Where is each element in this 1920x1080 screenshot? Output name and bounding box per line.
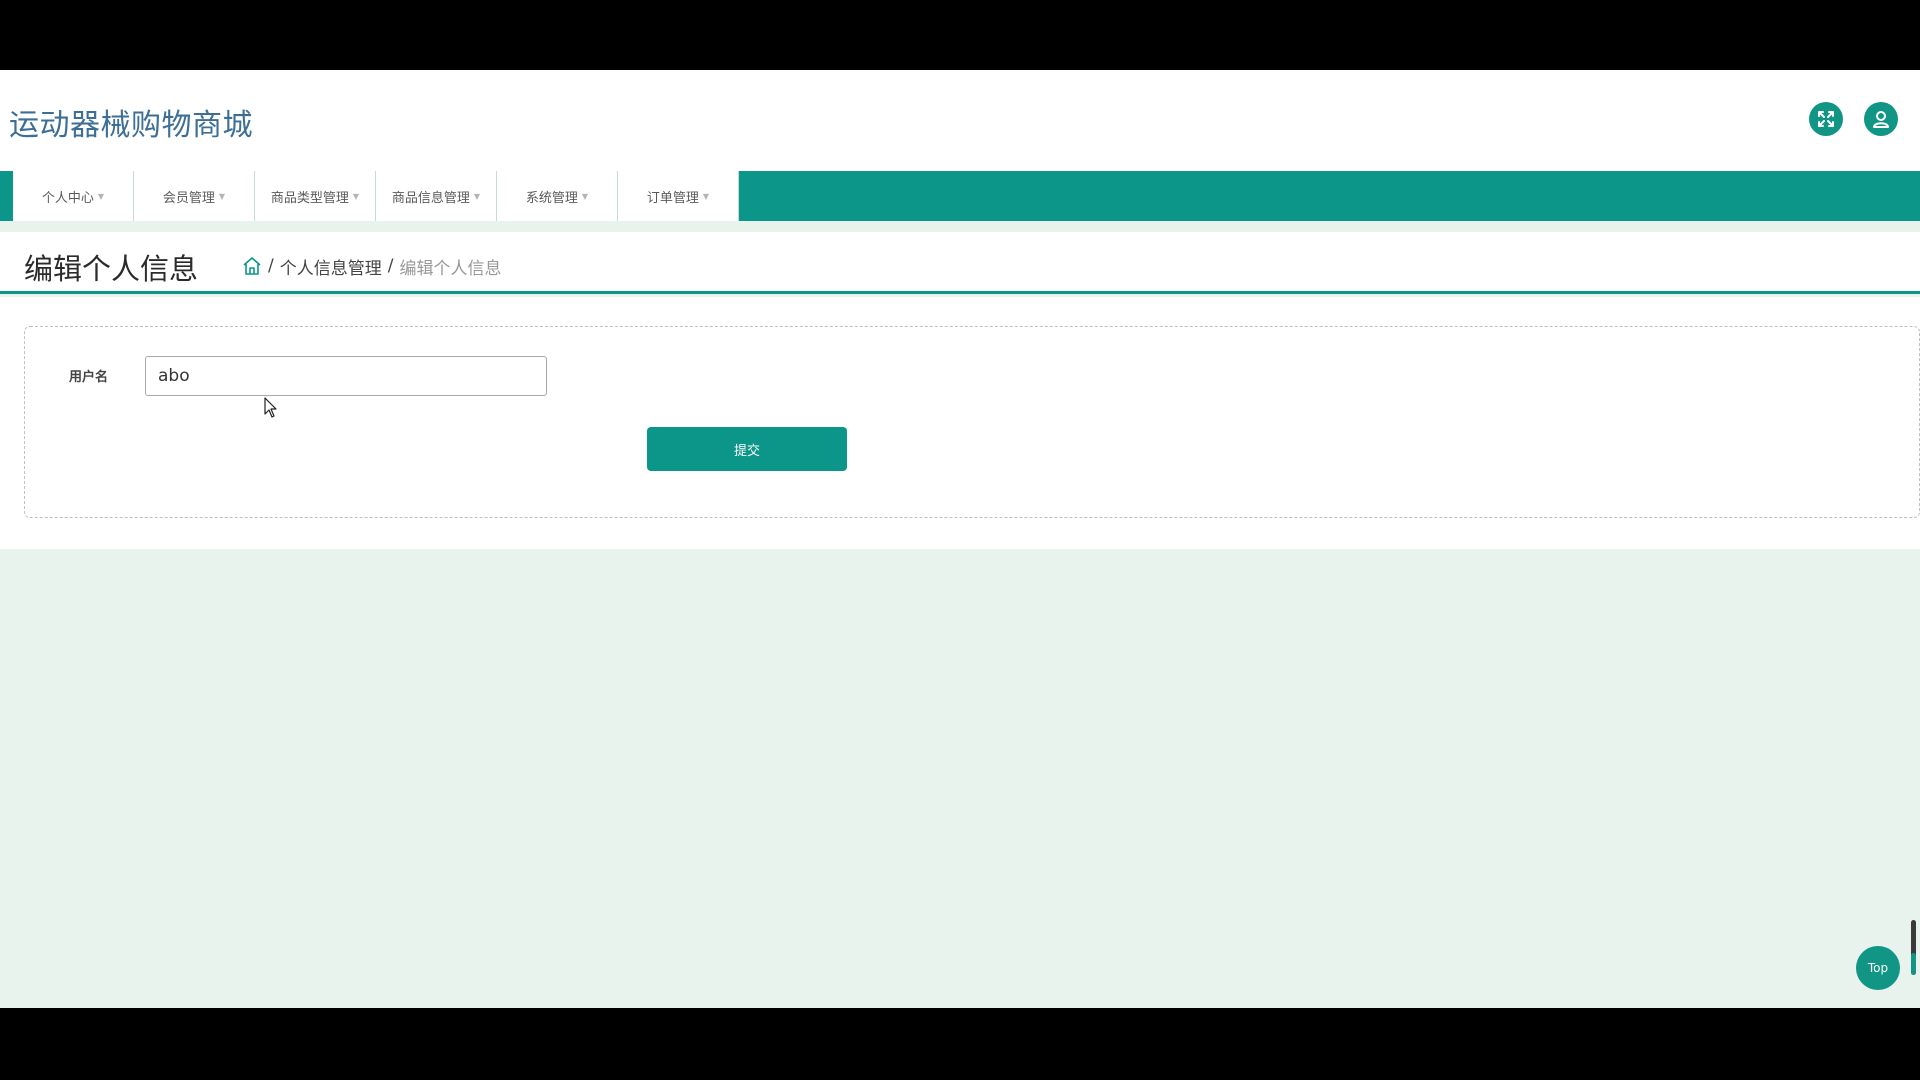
letterbox-top [0,0,1920,70]
username-label: 用户名 [69,370,109,385]
caret-down-icon: ▼ [352,191,360,201]
nav-item-product-info-management[interactable]: 商品信息管理 ▼ [376,171,497,221]
nav-item-label: 个人中心 [41,190,94,206]
submit-button[interactable]: 提交 [647,427,847,471]
nav-items: 个人中心 ▼ 会员管理 ▼ 商品类型管理 ▼ 商品信息管理 ▼ 系统管理 ▼ 订… [13,171,739,221]
back-to-top-button[interactable]: Top [1856,946,1900,990]
nav-item-label: 订单管理 [646,190,699,206]
breadcrumb-current: 编辑个人信息 [399,258,502,279]
main-nav: 个人中心 ▼ 会员管理 ▼ 商品类型管理 ▼ 商品信息管理 ▼ 系统管理 ▼ 订… [0,171,1920,221]
caret-down-icon: ▼ [218,191,226,201]
username-input[interactable] [145,356,547,396]
user-icon [1873,111,1889,128]
user-menu-button[interactable] [1864,102,1898,136]
edit-form-card [24,326,1920,518]
page-title: 编辑个人信息 [24,252,199,286]
nav-item-label: 商品信息管理 [391,190,470,206]
nav-item-system-management[interactable]: 系统管理 ▼ [497,171,618,221]
scrollbar-thumb[interactable] [1911,953,1916,975]
fullscreen-button[interactable] [1809,102,1843,136]
caret-down-icon: ▼ [97,191,105,201]
caret-down-icon: ▼ [473,191,481,201]
nav-item-product-type-management[interactable]: 商品类型管理 ▼ [255,171,376,221]
browser-viewport: 运动器械购物商城 个人中心 ▼ 会员管理 ▼ 商品类型管理 ▼ 商品信息管理 ▼… [0,70,1920,1008]
breadcrumb-separator: / [387,256,394,276]
nav-item-order-management[interactable]: 订单管理 ▼ [618,171,739,221]
header: 运动器械购物商城 [0,70,1920,171]
page-title-bar: 编辑个人信息 / 个人信息管理 / 编辑个人信息 [0,232,1920,294]
scrollbar[interactable] [1911,920,1916,975]
nav-item-label: 会员管理 [162,190,215,206]
home-icon[interactable] [242,256,262,276]
site-title: 运动器械购物商城 [9,108,253,143]
breadcrumb-link-profile-management[interactable]: 个人信息管理 [280,254,382,279]
caret-down-icon: ▼ [581,191,589,201]
nav-item-label: 系统管理 [525,190,578,206]
fullscreen-icon [1818,111,1834,127]
caret-down-icon: ▼ [702,191,710,201]
breadcrumb-separator: / [268,256,274,276]
letterbox-bottom [0,1008,1920,1080]
nav-item-personal-center[interactable]: 个人中心 ▼ [13,171,134,221]
nav-item-label: 商品类型管理 [270,190,349,206]
breadcrumb: / 个人信息管理 / 编辑个人信息 [242,254,502,279]
nav-item-member-management[interactable]: 会员管理 ▼ [134,171,255,221]
mouse-cursor-icon [264,397,277,418]
